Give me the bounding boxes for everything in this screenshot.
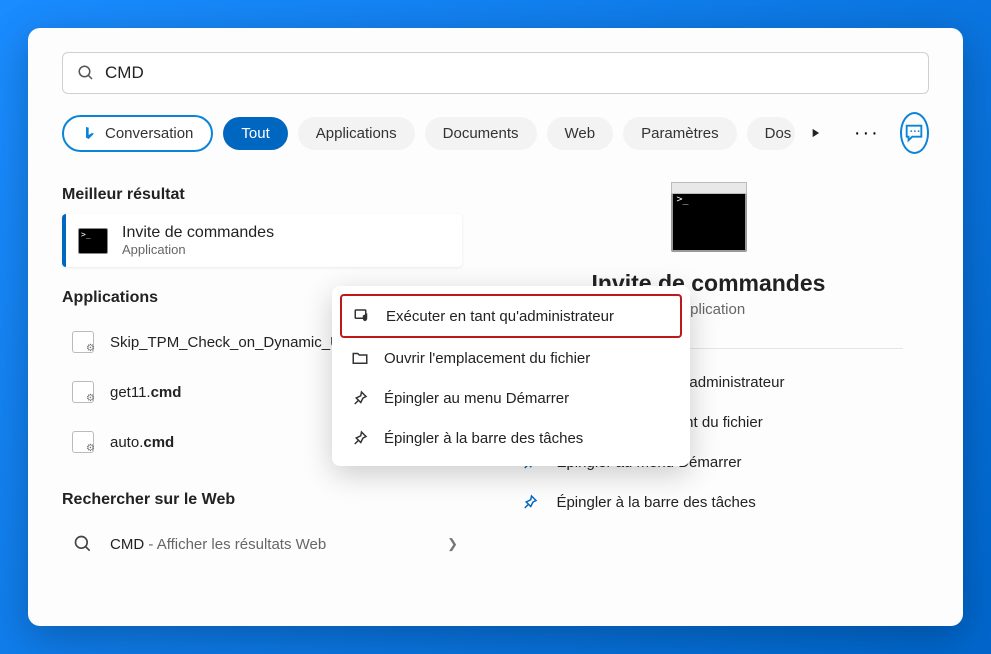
- search-bar[interactable]: [62, 52, 929, 94]
- bing-icon: [82, 125, 98, 141]
- action-pin-taskbar-label: Épingler à la barre des tâches: [556, 494, 755, 511]
- pin-icon: [521, 493, 539, 511]
- context-menu: Exécuter en tant qu'administrateur Ouvri…: [332, 286, 690, 466]
- tab-applications[interactable]: Applications: [298, 117, 415, 150]
- search-window: Conversation Tout Applications Documents…: [28, 28, 963, 626]
- cmd-icon: [78, 228, 108, 254]
- best-result-name: Invite de commandes: [122, 224, 274, 242]
- tab-conversation[interactable]: Conversation: [62, 115, 213, 152]
- context-pin-start[interactable]: Épingler au menu Démarrer: [340, 378, 682, 418]
- cmd-file-icon: [72, 331, 94, 353]
- tab-conversation-label: Conversation: [105, 125, 193, 142]
- web-result-0-label: CMD - Afficher les résultats Web: [110, 536, 433, 553]
- scroll-right-button[interactable]: [805, 119, 824, 147]
- best-result-type: Application: [122, 242, 274, 257]
- context-open-location[interactable]: Ouvrir l'emplacement du fichier: [340, 338, 682, 378]
- tab-documents[interactable]: Documents: [425, 117, 537, 150]
- shield-icon: [353, 307, 371, 325]
- pin-icon: [351, 389, 369, 407]
- cmd-file-icon: [72, 431, 94, 453]
- context-pin-taskbar[interactable]: Épingler à la barre des tâches: [340, 418, 682, 458]
- context-run-admin-label: Exécuter en tant qu'administrateur: [386, 308, 614, 325]
- tab-more-truncated[interactable]: Dos: [747, 117, 796, 150]
- cmd-file-icon: [72, 381, 94, 403]
- context-open-location-label: Ouvrir l'emplacement du fichier: [384, 350, 590, 367]
- web-heading: Rechercher sur le Web: [62, 491, 462, 509]
- tab-all[interactable]: Tout: [223, 117, 287, 150]
- pin-icon: [351, 429, 369, 447]
- app-large-icon: [671, 190, 747, 252]
- context-pin-taskbar-label: Épingler à la barre des tâches: [384, 430, 583, 447]
- triangle-right-icon: [808, 126, 822, 140]
- folder-icon: [351, 349, 369, 367]
- chevron-right-icon: ❯: [447, 536, 458, 552]
- search-icon: [77, 64, 95, 82]
- tab-web[interactable]: Web: [547, 117, 614, 150]
- best-result-heading: Meilleur résultat: [62, 186, 462, 204]
- search-input[interactable]: [105, 63, 914, 83]
- web-result-0[interactable]: CMD - Afficher les résultats Web ❯: [62, 519, 462, 569]
- filter-tabs: Conversation Tout Applications Documents…: [62, 112, 929, 154]
- search-icon: [73, 534, 93, 554]
- bing-chat-icon: [903, 122, 925, 144]
- bing-chat-button[interactable]: [900, 112, 929, 154]
- action-pin-taskbar[interactable]: Épingler à la barre des tâches: [514, 485, 902, 519]
- tab-settings[interactable]: Paramètres: [623, 117, 737, 150]
- more-options-button[interactable]: ···: [844, 122, 890, 145]
- best-result-item[interactable]: Invite de commandes Application: [62, 214, 462, 267]
- context-run-admin[interactable]: Exécuter en tant qu'administrateur: [340, 294, 682, 338]
- context-pin-start-label: Épingler au menu Démarrer: [384, 390, 569, 407]
